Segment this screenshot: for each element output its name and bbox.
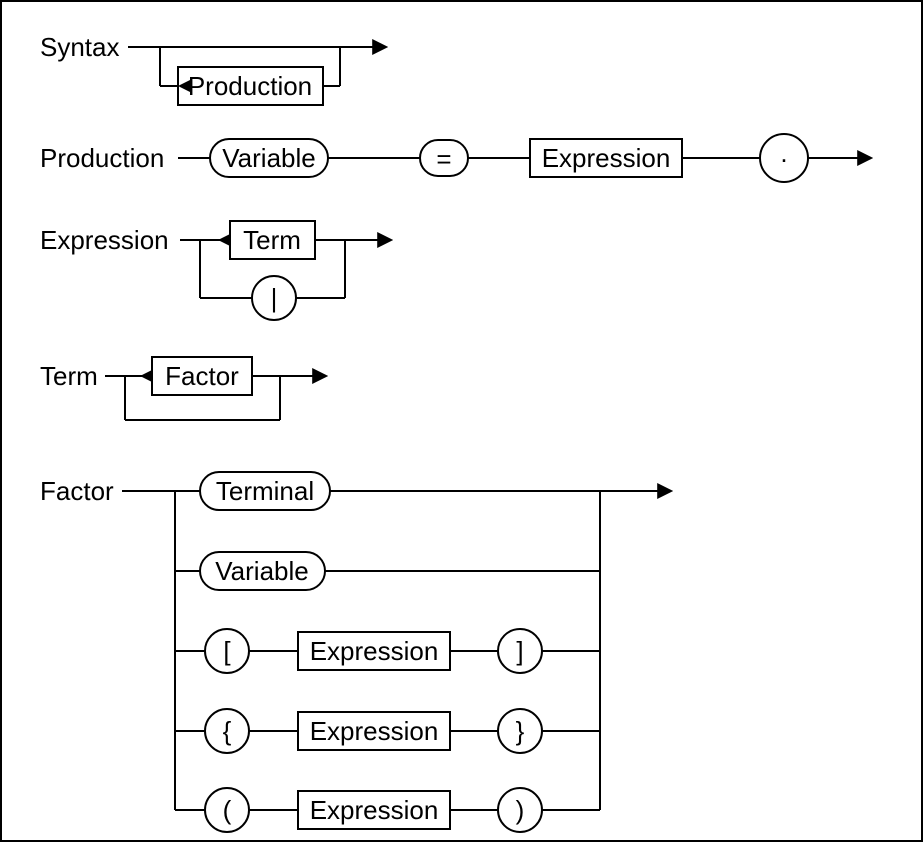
node-expression-term: Term — [243, 225, 301, 255]
node-expression-pipe: | — [271, 283, 278, 313]
node-factor-variable: Variable — [215, 556, 308, 586]
node-factor-grp-body: Expression — [310, 795, 439, 825]
rule-production-label: Production — [40, 143, 164, 173]
node-factor-rep-body: Expression — [310, 716, 439, 746]
node-production-variable: Variable — [222, 143, 315, 173]
node-factor-grp-open: ( — [223, 795, 232, 825]
node-factor-rep-close: } — [516, 716, 525, 746]
rule-syntax-label: Syntax — [40, 32, 120, 62]
node-production-equals: = — [436, 144, 451, 174]
node-production-dot: . — [780, 138, 787, 168]
node-production-expression: Expression — [542, 143, 671, 173]
node-factor-opt-close: ] — [516, 636, 523, 666]
rule-term-label: Term — [40, 361, 98, 391]
rule-factor-label: Factor — [40, 476, 114, 506]
node-factor-opt-body: Expression — [310, 636, 439, 666]
node-syntax-production: Production — [188, 71, 312, 101]
syntax-diagram: Syntax Production Production Variable = … — [0, 0, 923, 842]
node-factor-terminal: Terminal — [216, 476, 314, 506]
node-factor-rep-open: { — [223, 716, 232, 746]
node-factor-opt-open: [ — [223, 636, 231, 666]
node-term-factor: Factor — [165, 361, 239, 391]
rule-expression-label: Expression — [40, 225, 169, 255]
node-factor-grp-close: ) — [516, 795, 525, 825]
